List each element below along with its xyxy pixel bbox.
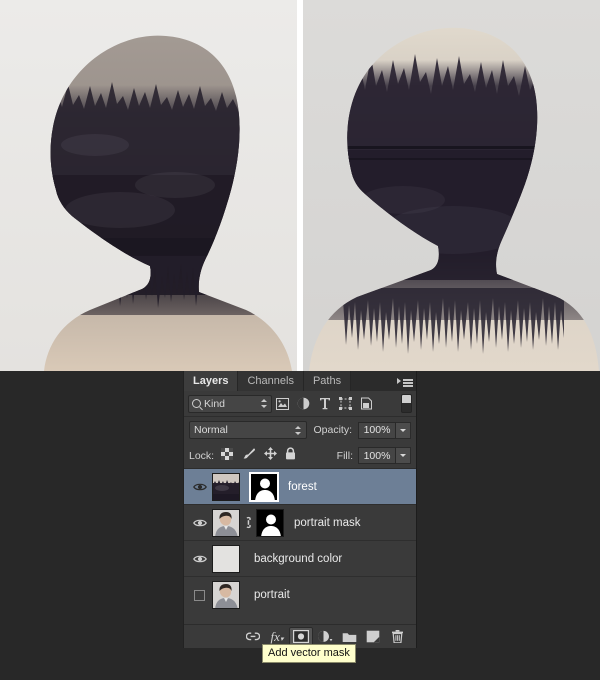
adjustment-circle-icon [318, 630, 333, 642]
fill-group: Fill: 100% [337, 447, 411, 464]
new-layer-button[interactable] [361, 627, 385, 647]
lock-all-icon[interactable] [285, 446, 296, 465]
double-exposure-portrait-after: www.ps88.com.cn [303, 0, 600, 371]
layer-name[interactable]: portrait mask [284, 517, 360, 529]
filter-kind-label: Kind [204, 397, 226, 410]
layer-thumbnail[interactable] [212, 544, 240, 573]
tab-bar-filler [351, 371, 394, 391]
table-row[interactable]: forest [184, 469, 416, 505]
layer-list[interactable]: forest portrait mask background color po… [184, 469, 416, 624]
blend-mode-value: Normal [194, 424, 228, 436]
delete-layer-button[interactable] [385, 627, 409, 647]
chevron-down-icon [400, 454, 406, 457]
layer-mask-thumbnail[interactable] [249, 471, 279, 502]
type-layer-filter-icon[interactable] [314, 394, 335, 414]
tab-layers[interactable]: Layers [184, 371, 239, 391]
fx-icon: fx▾ [270, 628, 284, 644]
layer-thumbnail[interactable] [212, 581, 240, 609]
shape-layer-filter-icon[interactable] [335, 394, 356, 414]
filter-kind-select[interactable]: Kind [188, 394, 272, 413]
layer-visibility-toggle[interactable] [187, 518, 212, 528]
lock-icon-group [221, 446, 296, 465]
eye-icon [192, 555, 207, 562]
layer-thumbnail[interactable] [212, 472, 240, 501]
pixel-layer-filter-icon[interactable] [272, 394, 293, 414]
layer-name[interactable]: portrait [240, 589, 290, 601]
layer-visibility-toggle[interactable] [187, 482, 212, 492]
eye-icon [192, 483, 207, 490]
layer-name[interactable]: background color [240, 553, 342, 565]
eye-icon [192, 519, 207, 526]
double-exposure-portrait-before [0, 0, 297, 371]
blend-mode-row: Normal Opacity: 100% [184, 417, 416, 443]
lock-label: Lock: [189, 449, 215, 462]
trash-icon [391, 630, 403, 643]
tab-channels[interactable]: Channels [238, 371, 304, 391]
smart-object-filter-icon[interactable] [356, 394, 377, 414]
search-icon [192, 399, 201, 408]
lock-transparent-pixels-icon[interactable] [221, 447, 234, 465]
tab-paths[interactable]: Paths [303, 371, 352, 391]
layer-visibility-toggle[interactable] [187, 554, 212, 564]
adjustment-layer-filter-icon[interactable] [293, 394, 314, 414]
chevron-updown-icon [295, 425, 302, 436]
layer-mask-link-button[interactable] [240, 516, 256, 529]
table-row[interactable]: portrait mask [184, 505, 416, 541]
canvas-image-strip: www.ps88.com.cn [0, 0, 600, 371]
lock-image-pixels-icon[interactable] [241, 447, 256, 465]
folder-icon [342, 632, 356, 642]
layer-visibility-toggle[interactable] [187, 589, 212, 601]
chevron-updown-icon [261, 398, 268, 409]
fill-stepper[interactable] [396, 447, 411, 464]
layer-mask-thumbnail[interactable] [256, 508, 284, 537]
chevron-down-icon [400, 428, 406, 432]
layer-filter-row: Kind [184, 391, 416, 417]
layer-thumbnail[interactable] [212, 508, 240, 537]
table-row[interactable]: background color [184, 541, 416, 577]
fill-input[interactable]: 100% [358, 447, 396, 464]
panel-menu-button[interactable] [394, 371, 416, 391]
layer-name[interactable]: forest [278, 481, 317, 493]
tooltip: Add vector mask [262, 644, 356, 663]
link-icon [246, 632, 260, 641]
panel-tab-bar: Layers Channels Paths [184, 371, 416, 391]
filter-enable-toggle[interactable] [401, 394, 412, 413]
link-icon [245, 516, 251, 529]
opacity-input[interactable]: 100% [358, 421, 396, 439]
new-layer-icon [366, 630, 380, 643]
opacity-label: Opacity: [313, 424, 352, 436]
fill-label: Fill: [336, 449, 353, 462]
table-row[interactable]: portrait [184, 577, 416, 613]
opacity-stepper[interactable] [396, 421, 411, 439]
panel-menu-icon [397, 376, 413, 387]
lock-position-icon[interactable] [264, 446, 278, 465]
visibility-off-box-icon [194, 589, 205, 601]
layers-panel: Layers Channels Paths Kind Normal Opacit… [183, 371, 417, 648]
lock-row: Lock: Fill: 100% [184, 443, 416, 469]
blend-mode-select[interactable]: Normal [189, 421, 308, 439]
add-mask-icon [293, 630, 309, 643]
screenshot-root: www.ps88.com.cn Layers Channels Paths Ki… [0, 0, 600, 680]
